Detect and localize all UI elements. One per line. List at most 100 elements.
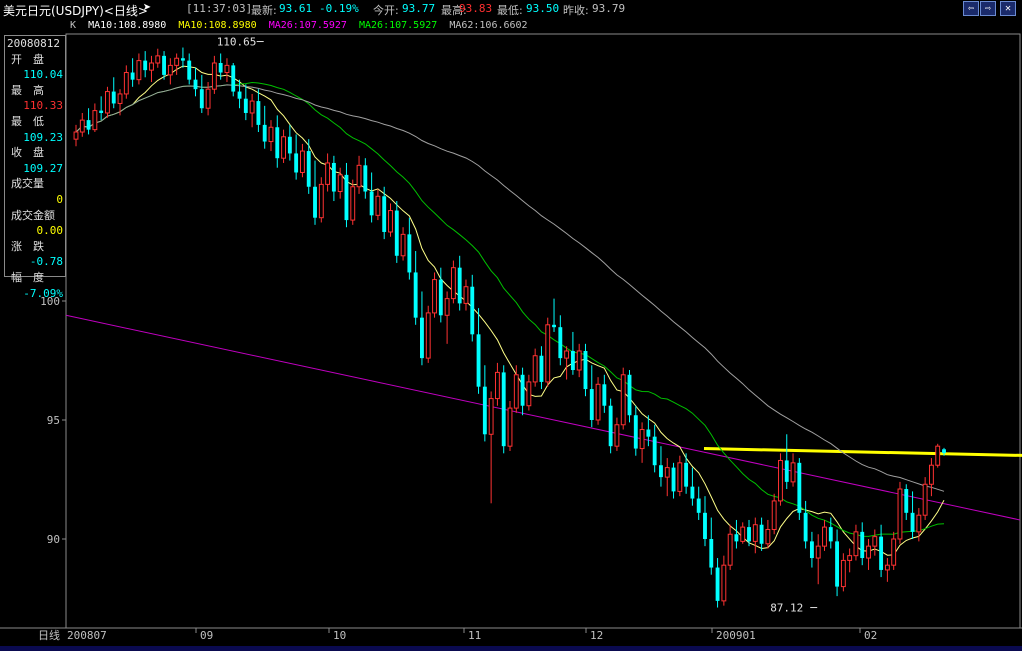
- candle-body-131: [897, 488, 903, 540]
- candle-77: [558, 315, 563, 366]
- candle-71: [520, 367, 525, 416]
- candle-133: [910, 491, 915, 539]
- candle-30: [262, 105, 267, 149]
- candle-body-22: [211, 62, 217, 90]
- candle-17: [180, 47, 185, 68]
- candle-body-24: [224, 64, 230, 74]
- candle-body-86: [614, 424, 620, 447]
- candle-body-44: [350, 186, 356, 221]
- candle-body-75: [545, 324, 551, 383]
- trend-layer: [65, 314, 1022, 521]
- candle-56: [425, 305, 431, 363]
- candle-body-47: [369, 191, 374, 216]
- candle-64: [476, 308, 481, 394]
- candle-body-104: [727, 533, 733, 566]
- candle-131: [897, 481, 903, 544]
- candle-body-74: [539, 355, 544, 382]
- candle-48: [375, 189, 381, 221]
- candle-40: [325, 153, 331, 192]
- candle-body-89: [633, 415, 638, 449]
- candle-84: [602, 374, 607, 413]
- candle-83: [595, 377, 601, 425]
- candle-65: [482, 365, 487, 442]
- candle-body-3: [92, 110, 98, 131]
- candle-103: [721, 555, 727, 606]
- candle-body-90: [639, 429, 645, 450]
- candle-body-50: [388, 210, 393, 233]
- candle-46: [363, 158, 368, 199]
- candle-93: [659, 446, 663, 487]
- candle-36: [299, 143, 305, 178]
- candle-body-8: [123, 72, 129, 95]
- candle-body-95: [671, 467, 676, 492]
- candle-body-69: [507, 407, 513, 447]
- candle-76: [552, 298, 556, 332]
- candle-body-34: [287, 136, 292, 154]
- candle-98: [690, 467, 695, 506]
- candle-body-134: [916, 514, 922, 533]
- candle-50: [388, 203, 393, 237]
- candle-66: [488, 391, 494, 504]
- candle-32: [275, 115, 280, 168]
- candle-86: [614, 417, 620, 451]
- candle-body-92: [652, 436, 657, 466]
- candle-67: [494, 362, 500, 406]
- candle-body-63: [470, 286, 475, 335]
- candle-72: [526, 374, 532, 411]
- candle-108: [752, 517, 758, 554]
- candle-121: [835, 529, 840, 597]
- candle-5: [105, 86, 110, 118]
- candle-119: [822, 519, 827, 551]
- candle-69: [507, 400, 513, 451]
- candle-body-101: [709, 539, 714, 568]
- candle-27: [243, 84, 248, 121]
- candle-body-53: [407, 234, 412, 273]
- candle-body-33: [281, 136, 287, 159]
- candle-126: [866, 539, 871, 570]
- candle-body-4: [99, 110, 104, 113]
- candle-body-28: [249, 100, 255, 114]
- candle-body-81: [583, 350, 588, 390]
- candle-body-98: [690, 486, 695, 499]
- ma10-line: [75, 65, 945, 556]
- candle-2: [86, 108, 91, 135]
- candle-55: [420, 291, 424, 366]
- candle-137: [935, 443, 941, 468]
- moving-average-lines: [75, 65, 945, 556]
- candle-body-83: [595, 383, 601, 421]
- candle-41: [331, 155, 336, 202]
- candle-body-99: [696, 498, 701, 513]
- x-tick-label-09: 09: [200, 629, 213, 642]
- y-tick-label-95: 95: [47, 414, 60, 427]
- candle-85: [608, 398, 613, 454]
- candle-body-108: [752, 524, 758, 542]
- candle-body-138: [942, 449, 946, 454]
- candle-82: [589, 365, 594, 428]
- candle-52: [400, 227, 406, 261]
- candle-body-21: [205, 88, 211, 109]
- x-tick-label-200807: 200807: [67, 629, 107, 642]
- candle-body-124: [853, 531, 859, 557]
- candle-body-87: [620, 374, 626, 426]
- candle-53: [407, 217, 412, 280]
- candle-100: [703, 496, 707, 547]
- candle-body-68: [501, 372, 506, 447]
- candle-130: [891, 531, 897, 570]
- candle-body-38: [313, 186, 317, 218]
- candle-body-120: [828, 527, 833, 542]
- candle-79: [570, 331, 575, 375]
- candle-6: [111, 77, 116, 109]
- candle-body-30: [262, 124, 267, 142]
- candle-body-5: [105, 91, 110, 114]
- candle-111: [771, 493, 777, 535]
- candle-135: [922, 477, 928, 520]
- candle-body-35: [294, 153, 299, 173]
- candle-34: [287, 124, 292, 161]
- candle-body-133: [910, 512, 915, 532]
- candle-body-10: [136, 60, 142, 81]
- candle-body-51: [394, 210, 399, 256]
- candle-114: [790, 453, 796, 487]
- candle-body-1: [79, 119, 85, 133]
- candle-33: [281, 129, 287, 163]
- candle-body-123: [847, 555, 853, 561]
